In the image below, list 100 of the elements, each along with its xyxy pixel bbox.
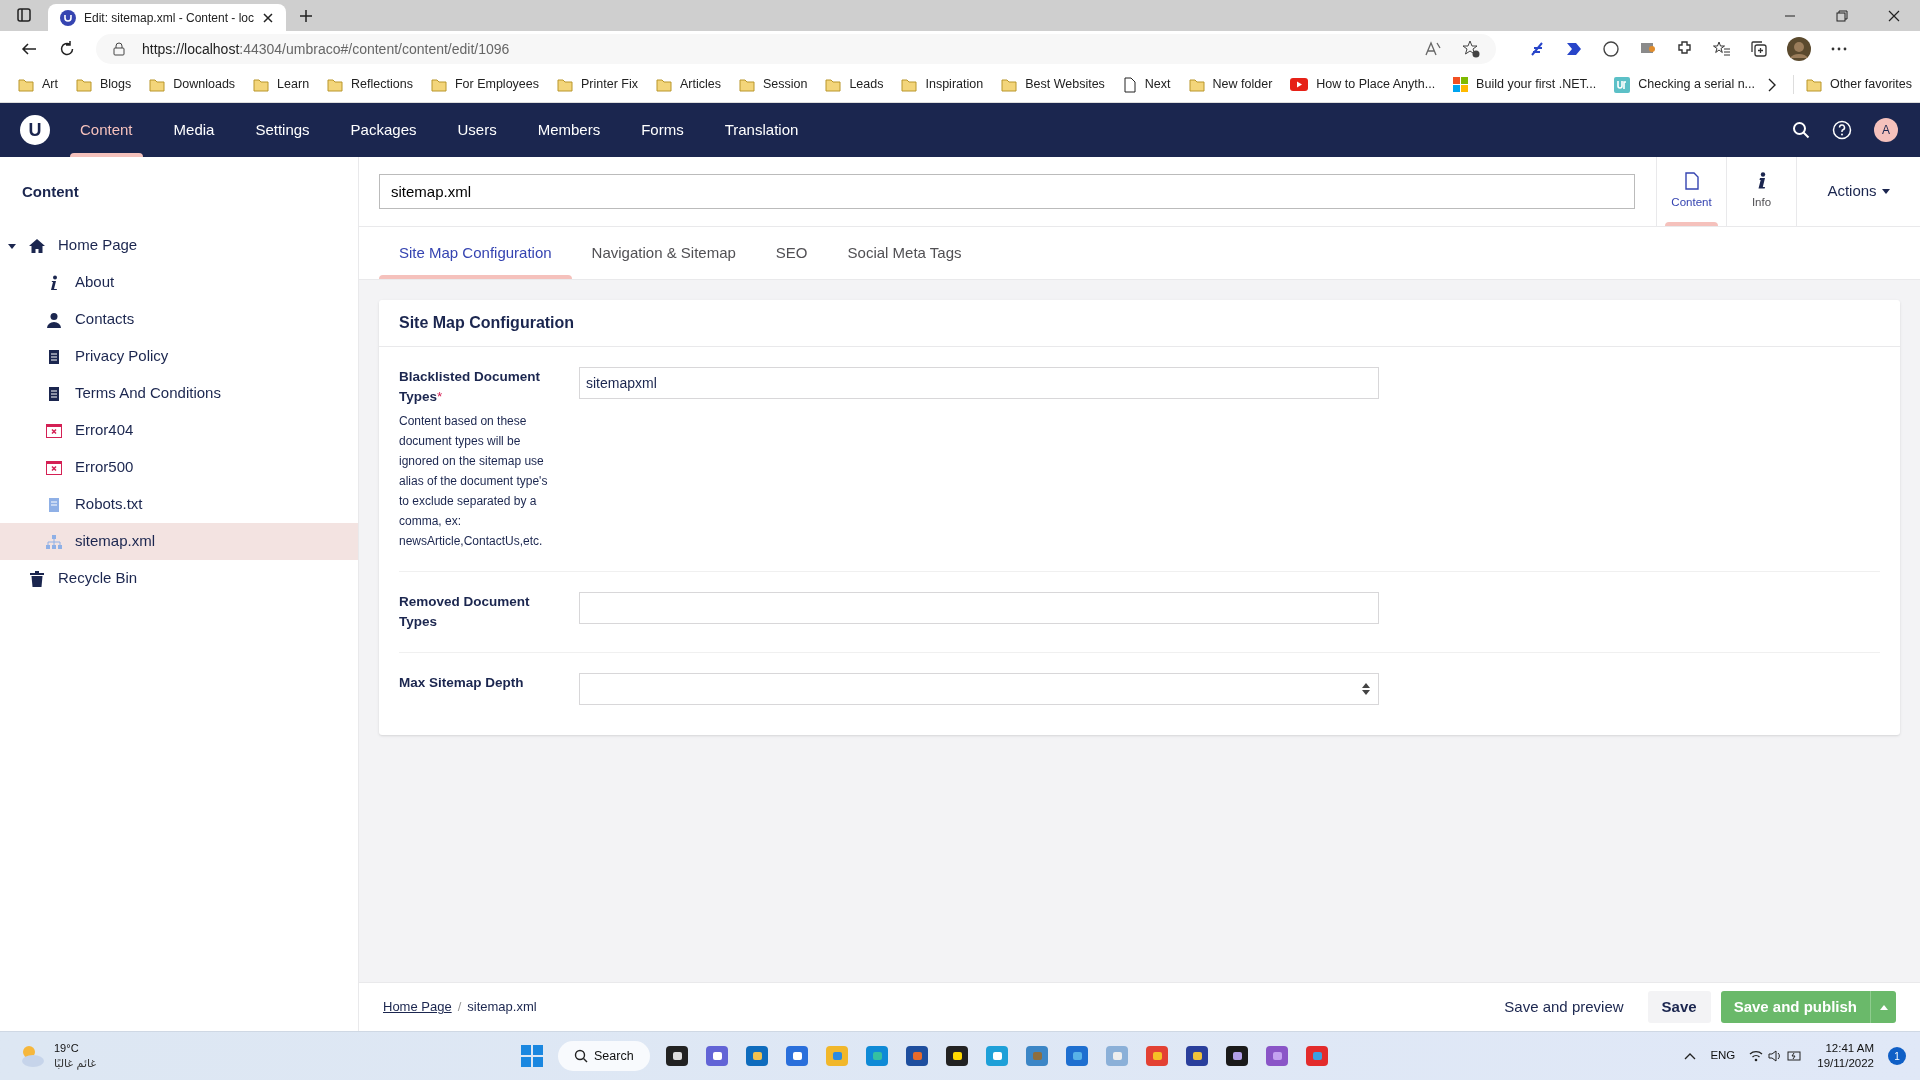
text-field[interactable] bbox=[579, 592, 1379, 624]
tree-item[interactable]: About bbox=[0, 264, 358, 301]
number-field[interactable] bbox=[579, 673, 1379, 705]
bookmark[interactable]: Session bbox=[732, 70, 814, 99]
refresh-icon[interactable] bbox=[58, 40, 76, 58]
section-tab[interactable]: Settings bbox=[245, 103, 320, 157]
tree-item[interactable]: Robots.txt bbox=[0, 486, 358, 523]
section-tab[interactable]: Content bbox=[70, 103, 143, 157]
notification-badge[interactable]: 1 bbox=[1888, 1047, 1906, 1065]
name-field[interactable]: sitemap.xml bbox=[379, 174, 1635, 209]
bookmark[interactable]: Build your first .NET... bbox=[1447, 70, 1603, 99]
tree-item[interactable]: sitemap.xml bbox=[0, 523, 358, 560]
caret-icon bbox=[1879, 1004, 1888, 1010]
address-bar[interactable]: https://localhost:44304/umbraco#/content/content/edit/1096 bbox=[96, 34, 1496, 64]
folder-icon bbox=[76, 77, 92, 92]
bookmark[interactable]: Printer Fix bbox=[551, 70, 644, 99]
app-tab[interactable]: Content bbox=[1657, 157, 1727, 226]
search-button[interactable]: Search bbox=[558, 1041, 650, 1071]
page-icon bbox=[1122, 76, 1137, 93]
clock-date[interactable]: 19/11/2022 bbox=[1817, 1056, 1874, 1071]
app-tab[interactable]: Info bbox=[1727, 157, 1797, 226]
bookmark[interactable]: Next bbox=[1116, 70, 1177, 99]
bookmark[interactable]: Learn bbox=[247, 70, 316, 99]
caret-icon[interactable] bbox=[8, 241, 16, 250]
close-icon[interactable] bbox=[1888, 9, 1900, 22]
tree-item[interactable]: Error404 bbox=[0, 412, 358, 449]
profile-avatar-icon[interactable] bbox=[1787, 37, 1811, 61]
new-tab-icon[interactable] bbox=[298, 8, 314, 24]
tree-item[interactable]: Error500 bbox=[0, 449, 358, 486]
app-icon[interactable] bbox=[663, 1043, 690, 1069]
breadcrumb-link[interactable]: Home Page bbox=[383, 997, 452, 1017]
actions-button[interactable]: Actions bbox=[1797, 157, 1920, 226]
browser-tab[interactable]: Edit: sitemap.xml - Content - loc bbox=[48, 4, 286, 31]
bookmark[interactable]: Other favorites bbox=[1793, 75, 1912, 94]
info-icon bbox=[49, 274, 59, 291]
bookmark[interactable]: Leads bbox=[819, 70, 890, 99]
bookmark[interactable]: Articles bbox=[649, 70, 727, 99]
collections-icon[interactable] bbox=[1750, 40, 1768, 58]
home-icon bbox=[28, 237, 46, 254]
language-indicator[interactable]: ENG bbox=[1710, 1047, 1736, 1065]
app-icon[interactable] bbox=[903, 1043, 930, 1069]
section-tab[interactable]: Translation bbox=[714, 103, 809, 157]
person-icon bbox=[47, 311, 61, 328]
help-icon[interactable] bbox=[1832, 120, 1852, 140]
favorite-star-icon[interactable] bbox=[1462, 40, 1480, 58]
bookmark[interactable]: How to Place Anyth... bbox=[1284, 70, 1442, 99]
start-icon[interactable] bbox=[520, 1044, 544, 1068]
field-description: Content based on these document types will be ignored on the sitemap use alias of the document type's to exclude separated by a comma, ex: newsArticle,ContactUs,etc. bbox=[399, 413, 549, 550]
app-icon[interactable] bbox=[1183, 1043, 1210, 1069]
read-aloud-icon[interactable] bbox=[1424, 40, 1442, 58]
property-group-tab[interactable]: Site Map Configuration bbox=[379, 227, 572, 279]
tiles-icon bbox=[1453, 77, 1469, 92]
bookmark[interactable]: Inspiration bbox=[895, 70, 990, 99]
app-icon[interactable] bbox=[943, 1043, 970, 1069]
save-button[interactable]: Save bbox=[1647, 991, 1711, 1023]
tree-item[interactable]: Terms And Conditions bbox=[0, 375, 358, 412]
section-tab[interactable]: Forms bbox=[631, 103, 694, 157]
group-title: Site Map Configuration bbox=[379, 300, 1900, 347]
chevron-icon[interactable] bbox=[1684, 1052, 1697, 1060]
search-icon[interactable] bbox=[1792, 121, 1810, 139]
save-preview-button[interactable]: Save and preview bbox=[1490, 991, 1638, 1023]
folder-icon bbox=[253, 77, 270, 92]
arrow-icon[interactable] bbox=[1565, 40, 1583, 58]
bookmark[interactable]: Art bbox=[12, 70, 64, 99]
folder-icon bbox=[557, 77, 573, 92]
bookmark[interactable]: For Employees bbox=[424, 70, 545, 99]
user-avatar[interactable]: A bbox=[1874, 118, 1898, 142]
tree-item[interactable]: Contacts bbox=[0, 301, 358, 338]
bookmark[interactable]: Checking a serial n... bbox=[1608, 70, 1762, 99]
system-tray-icon[interactable] bbox=[1749, 1048, 1804, 1064]
tree-item[interactable]: Privacy Policy bbox=[0, 338, 358, 375]
bookmark[interactable]: New folder bbox=[1182, 70, 1279, 99]
bookmark[interactable]: Downloads bbox=[143, 70, 242, 99]
tree-item[interactable]: Recycle Bin bbox=[0, 560, 358, 597]
folder-icon bbox=[430, 77, 447, 92]
error-page-icon bbox=[46, 460, 62, 475]
app-icon[interactable] bbox=[1223, 1043, 1250, 1069]
clock-time[interactable]: 12:41 AM bbox=[1825, 1041, 1874, 1056]
error-page-icon bbox=[46, 423, 62, 438]
favorites-icon[interactable] bbox=[1713, 40, 1731, 58]
umbraco-logo[interactable]: U bbox=[20, 115, 50, 145]
property-group-tab[interactable]: SEO bbox=[755, 227, 828, 279]
spinner-icon[interactable] bbox=[1362, 683, 1370, 695]
bookmark[interactable]: Blogs bbox=[70, 70, 138, 99]
section-tab[interactable]: Media bbox=[163, 103, 225, 157]
circle-icon[interactable] bbox=[1602, 40, 1620, 58]
section-tab[interactable]: Packages bbox=[340, 103, 427, 157]
close-icon[interactable] bbox=[262, 11, 274, 24]
property-group-tab[interactable]: Social Meta Tags bbox=[827, 227, 982, 279]
text-field[interactable]: sitemapxml bbox=[579, 367, 1379, 399]
restore-icon[interactable] bbox=[1836, 9, 1848, 22]
trash-icon bbox=[30, 570, 44, 587]
tab-actions-icon[interactable] bbox=[16, 7, 32, 23]
bookmark[interactable]: Reflections bbox=[321, 70, 419, 99]
tree-item[interactable]: Home Page bbox=[0, 227, 358, 264]
section-tab[interactable]: Users bbox=[447, 103, 507, 157]
chevron-icon[interactable] bbox=[1767, 77, 1778, 92]
bookmark[interactable]: Best Websites bbox=[995, 70, 1111, 99]
section-tab[interactable]: Members bbox=[527, 103, 611, 157]
property-group-tab[interactable]: Navigation & Sitemap bbox=[571, 227, 756, 279]
